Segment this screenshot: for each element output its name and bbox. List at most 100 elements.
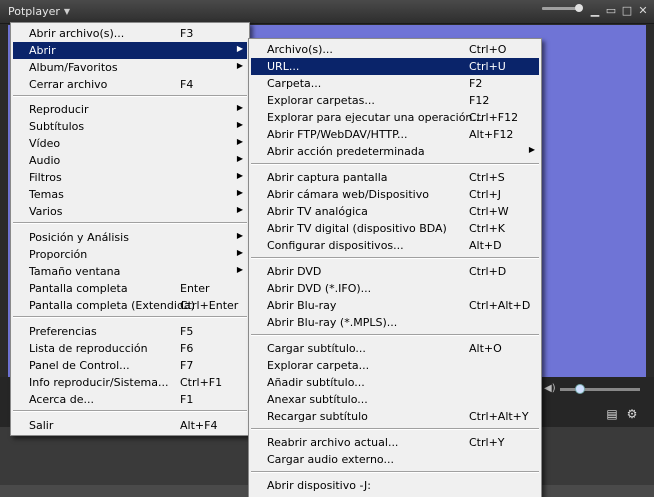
submenu-item-webcam[interactable]: Abrir cámara web/Dispositivo Ctrl+J [251,186,539,203]
submenu-item-open-dvd-ifo[interactable]: Abrir DVD (*.IFO)... [251,280,539,297]
settings-gear-icon[interactable]: ⚙ [624,406,640,422]
submenu-item-load-subtitle[interactable]: Cargar subtítulo... Alt+O [251,340,539,357]
menu-item-open[interactable]: Abrir ▶ [13,42,247,59]
submenu-item-analog-tv[interactable]: Abrir TV analógica Ctrl+W [251,203,539,220]
volume-slider[interactable] [560,388,640,391]
menu-item-subtitles[interactable]: Subtítulos ▶ [13,118,247,135]
menu-item-label: Abrir FTP/WebDAV/HTTP... [267,128,408,141]
menu-item-label: Subtítulos [29,120,85,133]
menu-item-label: Abrir DVD [267,265,322,278]
menu-item-label: Reabrir archivo actual... [267,436,399,449]
menu-item-label: Explorar para ejecutar una operación... [267,111,483,124]
menu-item-album-favorites[interactable]: Album/Favoritos ▶ [13,59,247,76]
submenu-item-open-bluray[interactable]: Abrir Blu-ray Ctrl+Alt+D [251,297,539,314]
menu-item-shortcut: F2 [469,77,483,90]
menu-item-shortcut: Alt+O [469,342,502,355]
menu-item-label: Proporción [29,248,88,261]
menu-item-misc[interactable]: Varios ▶ [13,203,247,220]
volume-icon[interactable]: ◀) [544,383,556,394]
menu-item-label: Archivo(s)... [267,43,333,56]
menu-item-label: Abrir archivo(s)... [29,27,125,40]
menu-item-label: Anexar subtítulo... [267,393,368,406]
restore-icon[interactable]: ▭ [604,4,618,18]
playlist-icon[interactable]: ▤ [604,406,620,422]
menu-item-label: Varios [29,205,63,218]
menu-item-label: Cargar subtítulo... [267,342,366,355]
submenu-item-screen-capture[interactable]: Abrir captura pantalla Ctrl+S [251,169,539,186]
submenu-item-open-bluray-mpls[interactable]: Abrir Blu-ray (*.MPLS)... [251,314,539,331]
menu-item-filters[interactable]: Filtros ▶ [13,169,247,186]
submenu-item-open-device[interactable]: Abrir dispositivo -J: [251,477,539,494]
menu-item-shortcut: F4 [180,78,194,91]
menu-item-label: Abrir DVD (*.IFO)... [267,282,372,295]
menu-item-shortcut: Alt+F12 [469,128,514,141]
menu-item-shortcut: Enter [180,282,210,295]
menu-item-fullscreen-extended[interactable]: Pantalla completa (Extendida) Ctrl+Enter [13,297,247,314]
menu-item-shortcut: F12 [469,94,490,107]
title-bar: Potplayer ▼ ▁ ▭ □ ✕ [0,0,654,24]
menu-item-control-panel[interactable]: Panel de Control... F7 [13,357,247,374]
minimize-icon[interactable]: ▁ [588,4,602,18]
menu-item-label: Recargar subtítulo [267,410,368,423]
menu-item-label: Explorar carpetas... [267,94,375,107]
menu-item-shortcut: F3 [180,27,194,40]
close-icon[interactable]: ✕ [636,4,650,18]
submenu-item-files[interactable]: Archivo(s)... Ctrl+O [251,41,539,58]
menu-item-preferences[interactable]: Preferencias F5 [13,323,247,340]
submenu-item-url[interactable]: URL... Ctrl+U [251,58,539,75]
menu-item-label: Filtros [29,171,62,184]
submenu-arrow-icon: ▶ [236,61,243,70]
menu-item-label: Info reproducir/Sistema... [29,376,169,389]
submenu-item-open-dvd[interactable]: Abrir DVD Ctrl+D [251,263,539,280]
menu-item-about[interactable]: Acerca de... F1 [13,391,247,408]
menu-item-shortcut: Ctrl+Enter [180,299,239,312]
menu-item-shortcut: F1 [180,393,194,406]
menu-item-label: Vídeo [29,137,61,150]
menu-item-themes[interactable]: Temas ▶ [13,186,247,203]
menu-item-audio[interactable]: Audio ▶ [13,152,247,169]
menu-item-label: Pantalla completa [29,282,128,295]
menu-item-label: Abrir dispositivo -J: [267,479,372,492]
menu-item-window-size[interactable]: Tamaño ventana ▶ [13,263,247,280]
menu-item-video[interactable]: Vídeo ▶ [13,135,247,152]
menu-item-position-analysis[interactable]: Posición y Análisis ▶ [13,229,247,246]
submenu-item-load-external-audio[interactable]: Cargar audio externo... [251,451,539,468]
submenu-item-browse-folders[interactable]: Explorar carpetas... F12 [251,92,539,109]
submenu-item-append-subtitle[interactable]: Anexar subtítulo... [251,391,539,408]
submenu-item-configure-devices[interactable]: Configurar dispositivos... Alt+D [251,237,539,254]
submenu-item-reload-subtitle[interactable]: Recargar subtítulo Ctrl+Alt+Y [251,408,539,425]
maximize-icon[interactable]: □ [620,4,634,18]
menu-item-playback-info[interactable]: Info reproducir/Sistema... Ctrl+F1 [13,374,247,391]
open-submenu: Archivo(s)... Ctrl+O URL... Ctrl+U Carpeta… [248,38,542,497]
submenu-item-browse-folder[interactable]: Explorar carpeta... [251,357,539,374]
menu-item-close-file[interactable]: Cerrar archivo F4 [13,76,247,93]
submenu-item-add-subtitle[interactable]: Añadir subtítulo... [251,374,539,391]
menu-item-playlist[interactable]: Lista de reproducción F6 [13,340,247,357]
menu-item-play[interactable]: Reproducir ▶ [13,101,247,118]
menu-item-shortcut: Alt+D [469,239,502,252]
submenu-arrow-icon: ▶ [236,171,243,180]
submenu-arrow-icon: ▶ [236,188,243,197]
menu-item-label: Abrir cámara web/Dispositivo [267,188,429,201]
submenu-item-ftp[interactable]: Abrir FTP/WebDAV/HTTP... Alt+F12 [251,126,539,143]
menu-item-label: Panel de Control... [29,359,130,372]
menu-item-label: Audio [29,154,61,167]
submenu-item-default-action[interactable]: Abrir acción predeterminada ▶ [251,143,539,160]
menu-separator [13,316,247,318]
menu-item-open-files[interactable]: Abrir archivo(s)... F3 [13,25,247,42]
app-menu-button[interactable]: Potplayer ▼ [8,5,70,18]
menu-item-fullscreen[interactable]: Pantalla completa Enter [13,280,247,297]
volume-slider-thumb[interactable] [575,384,585,394]
submenu-item-folder[interactable]: Carpeta... F2 [251,75,539,92]
menu-item-label: Cargar audio externo... [267,453,394,466]
menu-item-exit[interactable]: Salir Alt+F4 [13,417,247,434]
submenu-arrow-icon: ▶ [236,231,243,240]
submenu-item-browse-operation[interactable]: Explorar para ejecutar una operación... C… [251,109,539,126]
menu-item-shortcut: Ctrl+W [469,205,509,218]
menu-item-aspect-ratio[interactable]: Proporción ▶ [13,246,247,263]
menu-item-label: Abrir Blu-ray [267,299,337,312]
opacity-slider-thumb[interactable] [575,4,583,12]
submenu-arrow-icon: ▶ [236,248,243,257]
submenu-item-reopen-current[interactable]: Reabrir archivo actual... Ctrl+Y [251,434,539,451]
submenu-item-digital-tv[interactable]: Abrir TV digital (dispositivo BDA) Ctrl+K [251,220,539,237]
